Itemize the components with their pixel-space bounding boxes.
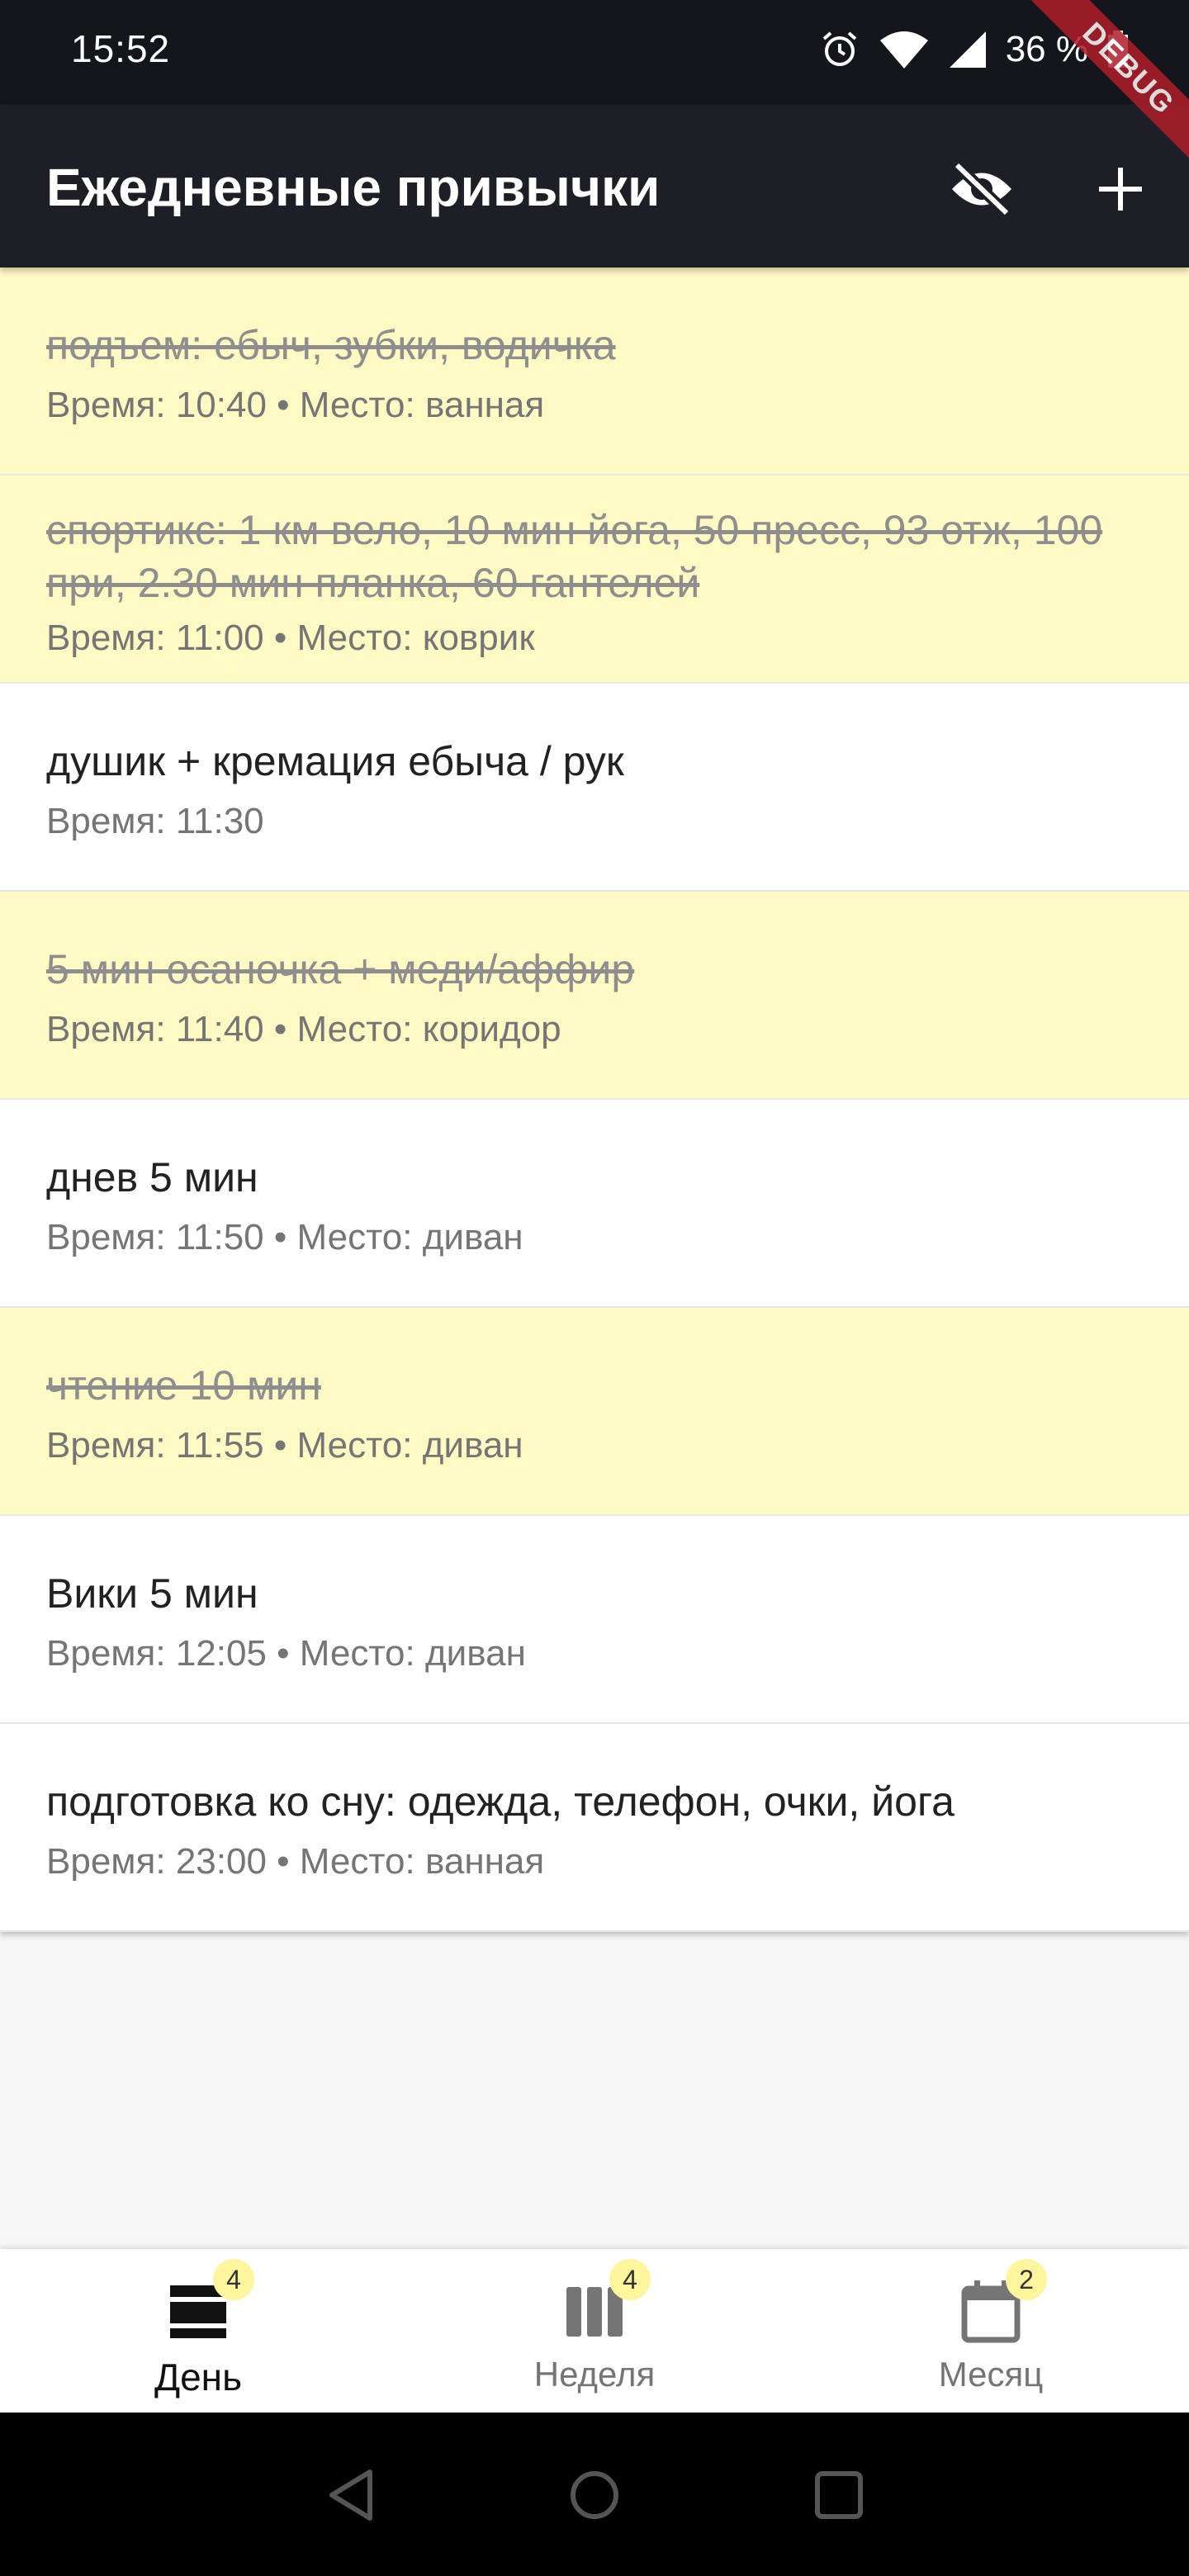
habit-subtitle: Время: 11:40 • Место: коридор [46, 1009, 561, 1049]
home-icon[interactable] [561, 2462, 628, 2528]
nav-tab-day[interactable]: 4 День [0, 2249, 396, 2413]
status-bar: 15:52 36 % [0, 0, 1189, 104]
habit-list-item[interactable]: 5 мин осаночка + меди/аффир Время: 11:40 … [0, 892, 1189, 1100]
recents-icon[interactable] [806, 2462, 872, 2528]
habit-subtitle: Время: 12:05 • Место: диван [46, 1633, 526, 1674]
habit-list: подъем: ебыч, зубки, водичка Время: 10:40… [0, 268, 1189, 1932]
nav-badge-week: 4 [609, 2259, 651, 2300]
habit-title: спортикс: 1 км вело, 10 мин йога, 50 пре… [46, 507, 1103, 606]
page-title: Ежедневные привычки [46, 158, 661, 217]
habit-subtitle: Время: 11:50 • Место: диван [46, 1217, 523, 1257]
alarm-icon [822, 31, 857, 66]
habit-subtitle: Время: 11:00 • Место: коврик [46, 618, 535, 658]
add-icon [1099, 168, 1142, 211]
habit-list-item[interactable]: Вики 5 мин Время: 12:05 • Место: диван [0, 1516, 1189, 1724]
nav-label-day: День [154, 2356, 243, 2398]
wifi-icon [879, 31, 928, 69]
nav-tab-week[interactable]: 4 Неделя [396, 2249, 793, 2413]
habit-title: чтение 10 мин [46, 1362, 321, 1409]
nav-label-month: Месяц [938, 2355, 1044, 2394]
habit-list-item[interactable]: днев 5 мин Время: 11:50 • Место: диван [0, 1100, 1189, 1308]
habit-list-item[interactable]: чтение 10 мин Время: 11:55 • Место: диван [0, 1308, 1189, 1516]
habit-subtitle: Время: 11:30 [46, 801, 264, 841]
system-navigation-bar [0, 2413, 1189, 2576]
nav-label-week: Неделя [533, 2355, 656, 2394]
habit-title: Вики 5 мин [46, 1570, 258, 1617]
habit-title: 5 мин осаночка + меди/аффир [46, 946, 635, 992]
nav-badge-day: 4 [213, 2259, 254, 2300]
habit-list-item[interactable]: подъем: ебыч, зубки, водичка Время: 10:40… [0, 268, 1189, 476]
signal-icon [949, 31, 986, 68]
habit-title: днев 5 мин [46, 1154, 258, 1200]
habit-subtitle: Время: 23:00 • Место: ванная [46, 1841, 545, 1882]
habit-title: душик + кремация ебыча / рук [46, 738, 624, 784]
habit-subtitle: Время: 11:55 • Место: диван [46, 1425, 523, 1466]
nav-tab-month[interactable]: 2 Месяц [793, 2249, 1189, 2413]
nav-badge-month: 2 [1006, 2259, 1047, 2300]
habit-title: подъем: ебыч, зубки, водичка [46, 322, 616, 368]
visibility-off-icon [952, 160, 1011, 218]
habit-list-item[interactable]: спортикс: 1 км вело, 10 мин йога, 50 пре… [0, 476, 1189, 684]
habit-list-item[interactable]: душик + кремация ебыча / рук Время: 11:30 [0, 684, 1189, 892]
hide-completed-button[interactable] [945, 152, 1019, 226]
app-bar: Ежедневные привычки [0, 104, 1189, 268]
back-icon[interactable] [320, 2462, 386, 2528]
habit-subtitle: Время: 10:40 • Место: ванная [46, 385, 545, 425]
bottom-navigation: 4 День 4 Неделя 2 Месяц [0, 2249, 1189, 2413]
add-habit-button[interactable] [1083, 152, 1158, 226]
status-time: 15:52 [71, 27, 171, 70]
habit-list-item[interactable]: подготовка ко сну: одежда, телефон, очки… [0, 1724, 1189, 1932]
habit-title: подготовка ко сну: одежда, телефон, очки… [46, 1778, 955, 1825]
